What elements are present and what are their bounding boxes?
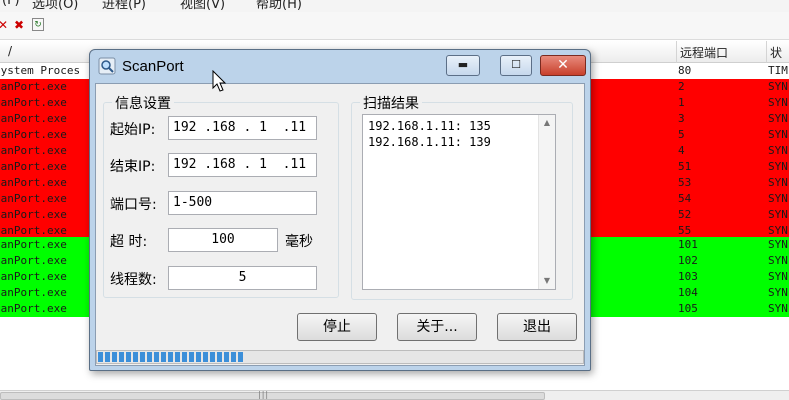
port-range-field[interactable]: 1-500 xyxy=(168,191,317,215)
start-ip-label: 起始IP: xyxy=(110,122,156,138)
timeout-label: 超 时: xyxy=(110,234,148,250)
results-scrollbar[interactable]: ▲ ▼ xyxy=(538,115,555,289)
end-ip-label: 结束IP: xyxy=(110,159,156,175)
menu-help[interactable]: 帮助(H) xyxy=(256,0,302,12)
process-name: canPort.exe xyxy=(0,144,67,157)
toolbar: ✕ ✖ ↻ xyxy=(0,12,789,40)
col-header-state[interactable]: 状 xyxy=(770,44,782,61)
port-label: 端口号: xyxy=(110,197,157,213)
kill-process-icon[interactable]: ✖ xyxy=(12,18,26,32)
remote-port: 80 xyxy=(678,64,692,77)
remote-port: 51 xyxy=(678,160,692,173)
process-name: canPort.exe xyxy=(0,302,67,315)
maximize-button[interactable]: ☐ xyxy=(500,55,532,76)
export-icon[interactable]: ↻ xyxy=(32,18,44,31)
process-name: canPort.exe xyxy=(0,254,67,267)
scroll-up-icon[interactable]: ▲ xyxy=(539,115,555,131)
minimize-button[interactable]: ▬ xyxy=(446,55,480,76)
process-name: canPort.exe xyxy=(0,160,67,173)
scan-progress-bar xyxy=(96,350,584,364)
remote-port: 2 xyxy=(678,80,685,93)
stop-button[interactable]: 停止 xyxy=(297,313,377,341)
menu-process[interactable]: 进程(P) xyxy=(102,0,146,12)
state: SYN xyxy=(768,112,788,125)
state: SYN xyxy=(768,160,788,173)
progress-fill xyxy=(98,352,244,362)
maximize-icon: ☐ xyxy=(511,58,521,71)
state: TIM xyxy=(768,64,788,77)
timeout-unit: 毫秒 xyxy=(285,234,313,250)
state: SYN xyxy=(768,208,788,221)
remote-port: 1 xyxy=(678,96,685,109)
window-title: ScanPort xyxy=(122,58,184,75)
process-name: canPort.exe xyxy=(0,238,67,251)
remote-port: 101 xyxy=(678,238,698,251)
menu-bar: (F) 选项(O) 进程(P) 视图(V) 帮助(H) xyxy=(0,0,789,12)
end-ip-field[interactable]: 192 .168 . 1 .11 xyxy=(168,153,317,177)
state: SYN xyxy=(768,270,788,283)
dialog-body: 信息设置 起始IP: 192 .168 . 1 .11 结束IP: 192 .1… xyxy=(95,83,585,366)
col-header-name[interactable]: / xyxy=(8,44,12,58)
state: SYN xyxy=(768,238,788,251)
start-ip-field[interactable]: 192 .168 . 1 .11 xyxy=(168,116,317,140)
col-header-remote-port[interactable]: 远程端口 xyxy=(680,44,728,61)
scan-results-list[interactable]: 192.168.1.11: 135 192.168.1.11: 139 ▲ ▼ xyxy=(362,114,556,290)
state: SYN xyxy=(768,286,788,299)
remote-port: 102 xyxy=(678,254,698,267)
result-item[interactable]: 192.168.1.11: 135 xyxy=(368,119,491,133)
remote-port: 5 xyxy=(678,128,685,141)
remote-port: 103 xyxy=(678,270,698,283)
state: SYN xyxy=(768,128,788,141)
remote-port: 52 xyxy=(678,208,692,221)
menu-options[interactable]: 选项(O) xyxy=(32,0,78,12)
result-item[interactable]: 192.168.1.11: 139 xyxy=(368,135,491,149)
process-name: canPort.exe xyxy=(0,286,67,299)
process-name: canPort.exe xyxy=(0,112,67,125)
menu-file[interactable]: (F) xyxy=(2,0,20,8)
close-button[interactable]: ✕ xyxy=(540,55,586,76)
process-name: canPort.exe xyxy=(0,270,67,283)
state: SYN xyxy=(768,302,788,315)
process-name: System Proces xyxy=(0,64,81,77)
exit-button[interactable]: 退出 xyxy=(497,313,577,341)
title-bar[interactable]: ScanPort ▬ ☐ ✕ xyxy=(90,50,590,83)
magnifier-icon xyxy=(98,57,116,75)
menu-view[interactable]: 视图(V) xyxy=(180,0,225,12)
scrollbar-grip-icon: ||| xyxy=(258,390,270,399)
process-name: canPort.exe xyxy=(0,128,67,141)
scrollbar-thumb[interactable] xyxy=(0,392,545,400)
info-settings-title: 信息设置 xyxy=(112,93,174,113)
timeout-field[interactable]: 100 xyxy=(168,228,278,252)
process-name: canPort.exe xyxy=(0,176,67,189)
remote-port: 54 xyxy=(678,192,692,205)
state: SYN xyxy=(768,192,788,205)
horizontal-scrollbar[interactable]: ||| xyxy=(0,390,789,400)
process-name: canPort.exe xyxy=(0,96,67,109)
scroll-down-icon[interactable]: ▼ xyxy=(539,273,555,289)
refresh-icon[interactable]: ✕ xyxy=(0,18,10,32)
remote-port: 3 xyxy=(678,112,685,125)
threads-field[interactable]: 5 xyxy=(168,266,317,290)
scan-results-title: 扫描结果 xyxy=(360,93,422,113)
about-button[interactable]: 关于... xyxy=(397,313,477,341)
state: SYN xyxy=(768,254,788,267)
remote-port: 104 xyxy=(678,286,698,299)
state: SYN xyxy=(768,144,788,157)
threads-label: 线程数: xyxy=(110,272,157,288)
remote-port: 4 xyxy=(678,144,685,157)
remote-port: 53 xyxy=(678,176,692,189)
state: SYN xyxy=(768,96,788,109)
scanport-window: ScanPort ▬ ☐ ✕ 信息设置 起始IP: 192 .168 . 1 .… xyxy=(89,49,591,371)
close-icon: ✕ xyxy=(557,57,569,73)
process-name: canPort.exe xyxy=(0,80,67,93)
process-name: canPort.exe xyxy=(0,192,67,205)
state: SYN xyxy=(768,176,788,189)
mouse-cursor-icon xyxy=(212,70,227,92)
state: SYN xyxy=(768,80,788,93)
minimize-icon: ▬ xyxy=(457,58,469,71)
remote-port: 105 xyxy=(678,302,698,315)
info-settings-group: 信息设置 起始IP: 192 .168 . 1 .11 结束IP: 192 .1… xyxy=(103,93,339,298)
process-name: canPort.exe xyxy=(0,208,67,221)
